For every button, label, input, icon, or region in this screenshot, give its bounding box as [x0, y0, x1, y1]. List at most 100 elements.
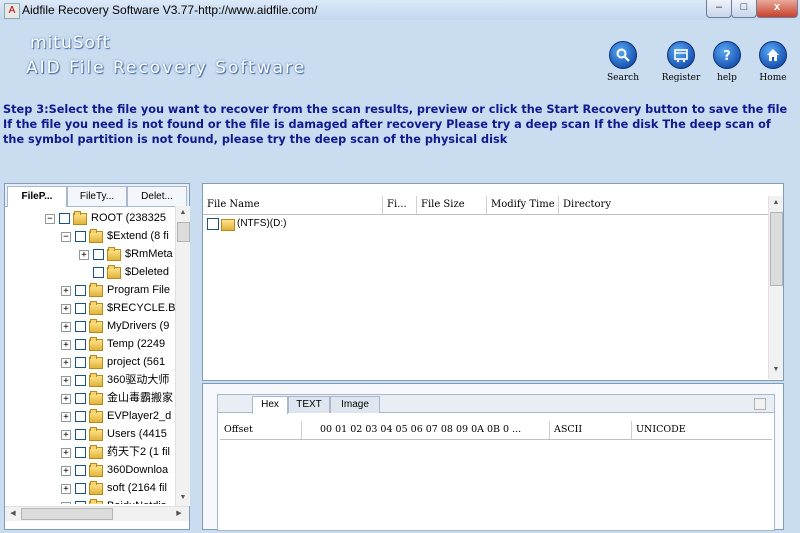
expand-icon[interactable]: + [61, 304, 71, 314]
preview-panel: Hex TEXT Image Offset 00 01 02 03 04 05 … [202, 383, 784, 531]
tree-item[interactable]: + 金山毒霸搬家 [5, 390, 175, 408]
tree-item[interactable]: + project (561 [5, 354, 175, 372]
col-modify-time[interactable]: Modify Time [487, 196, 559, 214]
col-hex-bytes: 00 01 02 03 04 05 06 07 08 09 0A 0B 0 ..… [302, 421, 550, 439]
preview-tab-bar: Hex TEXT Image [218, 395, 774, 414]
folder-icon [89, 301, 103, 315]
tree-checkbox[interactable] [75, 393, 86, 404]
tree-item[interactable]: + MyDrivers (9 [5, 318, 175, 336]
expand-icon[interactable]: + [61, 358, 71, 368]
tab-text[interactable]: TEXT [288, 396, 330, 413]
file-list-scrollbar[interactable]: ▲ ▼ [768, 196, 783, 379]
search-button[interactable]: Search [596, 41, 650, 83]
tab-deleted[interactable]: Delet... [127, 186, 187, 206]
maximize-button[interactable]: □ [731, 0, 757, 18]
expand-icon[interactable]: + [61, 376, 71, 386]
tree-checkbox[interactable] [75, 483, 86, 494]
scroll-thumb[interactable] [177, 222, 190, 242]
tree-item-label: project (561 [107, 356, 166, 368]
col-directory[interactable]: Directory [559, 196, 768, 214]
col-file-name[interactable]: File Name [203, 196, 383, 214]
tree-checkbox[interactable] [75, 357, 86, 368]
tree-item[interactable]: + Users (4415 [5, 426, 175, 444]
tree-checkbox[interactable] [75, 429, 86, 440]
folder-icon [89, 499, 103, 504]
home-button[interactable]: Home [746, 41, 800, 83]
tree-item-label: soft (2164 fil [107, 482, 167, 494]
tree-item-label: $Extend (8 fi [107, 230, 169, 242]
expand-icon[interactable]: + [61, 502, 71, 504]
tree-item[interactable]: +360Downloa [5, 462, 175, 480]
cart-icon [667, 41, 695, 69]
h-scroll-thumb[interactable] [21, 508, 113, 520]
tree-checkbox[interactable] [75, 285, 86, 296]
tree-checkbox[interactable] [59, 213, 70, 224]
tree-item[interactable]: − $Extend (8 fi [5, 228, 175, 246]
tree-item[interactable]: + $RECYCLE.BI [5, 300, 175, 318]
expand-icon[interactable]: + [61, 430, 71, 440]
tree-item-label: EVPlayer2_d [107, 410, 172, 422]
tree-item[interactable]: + EVPlayer2_d [5, 408, 175, 426]
folder-icon [89, 373, 103, 387]
scroll-down-icon[interactable]: ▼ [177, 492, 189, 504]
tab-hex[interactable]: Hex [252, 396, 288, 414]
tree-vertical-scrollbar[interactable]: ▲ ▼ [175, 206, 190, 506]
col-unicode: UNICODE [636, 424, 686, 435]
minimize-button[interactable]: – [706, 0, 732, 18]
tab-file-type[interactable]: FileTy... [67, 186, 127, 206]
file-list-header: File Name Fi... File Size Modify Time Di… [203, 196, 768, 215]
tree-checkbox[interactable] [93, 249, 104, 260]
tree-checkbox[interactable] [75, 375, 86, 386]
expand-icon[interactable]: + [61, 340, 71, 350]
folder-icon [107, 265, 121, 279]
scroll-up-icon[interactable]: ▲ [177, 207, 189, 219]
tree-checkbox[interactable] [75, 339, 86, 350]
expand-icon[interactable]: + [61, 394, 71, 404]
tree-checkbox[interactable] [93, 267, 104, 278]
file-checkbox[interactable] [207, 218, 219, 230]
tree-item[interactable]: $Deleted [5, 264, 175, 282]
scroll-down-icon[interactable]: ▼ [770, 364, 782, 376]
svg-text:?: ? [723, 49, 731, 63]
tree-item-label: Users (4415 [107, 428, 167, 440]
tree-checkbox[interactable] [75, 411, 86, 422]
scroll-right-icon[interactable]: ▶ [173, 508, 185, 520]
collapse-icon[interactable]: − [61, 232, 71, 242]
tree-horizontal-scrollbar[interactable]: ◀ ▶ [5, 506, 189, 521]
col-file-type[interactable]: Fi... [383, 196, 417, 214]
tree-item-label: ROOT (238325 [91, 212, 167, 224]
scroll-left-icon[interactable]: ◀ [7, 508, 19, 520]
tree-checkbox[interactable] [75, 321, 86, 332]
tab-image[interactable]: Image [330, 396, 380, 413]
home-label: Home [759, 73, 787, 83]
expand-icon[interactable]: + [79, 250, 89, 260]
close-button[interactable]: x [756, 0, 798, 18]
tree-item[interactable]: + 药天下2 (1 fil [5, 444, 175, 462]
tree-item[interactable]: + BaiduNetdis [5, 498, 175, 504]
scroll-up-icon[interactable]: ▲ [770, 197, 782, 209]
tree-item[interactable]: +360驱动大师 [5, 372, 175, 390]
tab-file-path[interactable]: FileP... [7, 186, 67, 207]
tree-item[interactable]: + Program File [5, 282, 175, 300]
folder-icon [107, 247, 121, 261]
expand-icon[interactable]: + [61, 484, 71, 494]
tree-checkbox[interactable] [75, 501, 86, 504]
tree-checkbox[interactable] [75, 465, 86, 476]
tree-checkbox[interactable] [75, 447, 86, 458]
expand-icon[interactable]: + [61, 412, 71, 422]
scroll-thumb[interactable] [770, 212, 783, 286]
preview-close-box[interactable] [754, 398, 766, 410]
expand-icon[interactable]: + [61, 322, 71, 332]
tree-checkbox[interactable] [75, 231, 86, 242]
tree-checkbox[interactable] [75, 303, 86, 314]
expand-icon[interactable]: + [61, 466, 71, 476]
expand-icon[interactable]: + [61, 448, 71, 458]
expand-icon[interactable]: + [61, 286, 71, 296]
collapse-icon[interactable]: − [45, 214, 55, 224]
col-file-size[interactable]: File Size [417, 196, 487, 214]
tree-item[interactable]: + Temp (2249 [5, 336, 175, 354]
tree-item[interactable]: + $RmMeta [5, 246, 175, 264]
tree-item[interactable]: − ROOT (238325 [5, 210, 175, 228]
tree-item[interactable]: + soft (2164 fil [5, 480, 175, 498]
tree-item-label: 360Downloa [107, 464, 169, 476]
